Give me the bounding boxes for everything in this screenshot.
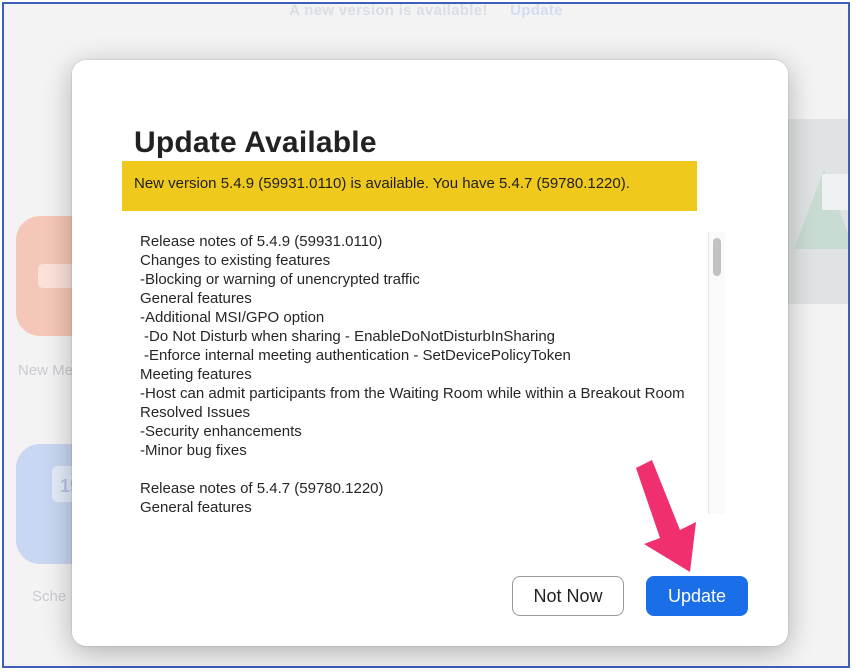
- release-notes-text: Release notes of 5.4.9 (59931.0110) Chang…: [140, 232, 685, 518]
- pointer-arrow-icon: [636, 460, 696, 572]
- release-note-line: -Support for Apple Silicon: [140, 517, 685, 518]
- release-note-line: Resolved Issues: [140, 404, 251, 421]
- release-note-line: General features: [140, 290, 252, 307]
- release-note-line: Release notes of 5.4.7 (59780.1220): [140, 480, 384, 497]
- release-notes-scrollbar[interactable]: [708, 232, 725, 514]
- dialog-title: Update Available: [134, 126, 377, 159]
- illustration-panel: [784, 119, 848, 304]
- release-note-line: -Enforce internal meeting authentication…: [144, 347, 571, 364]
- illustration-card: [822, 174, 848, 210]
- update-button[interactable]: Update: [646, 576, 748, 616]
- release-note-line: -Additional MSI/GPO option: [140, 309, 325, 326]
- release-note-line: Changes to existing features: [140, 252, 331, 269]
- update-banner-text: A new version is available!: [289, 2, 488, 19]
- release-note-line: -Minor bug fixes: [140, 442, 247, 459]
- release-note-line: -Host can admit participants from the Wa…: [140, 385, 685, 402]
- schedule-label: Sche: [32, 588, 67, 605]
- release-note-line: Release notes of 5.4.9 (59931.0110): [140, 233, 383, 250]
- release-note-line: -Security enhancements: [140, 423, 302, 440]
- release-note-line: General features: [140, 499, 252, 516]
- scrollbar-thumb[interactable]: [713, 238, 721, 276]
- version-message: New version 5.4.9 (59931.0110) is availa…: [134, 175, 630, 192]
- not-now-button[interactable]: Not Now: [512, 576, 624, 616]
- version-highlight: New version 5.4.9 (59931.0110) is availa…: [122, 161, 697, 211]
- release-note-line: -Blocking or warning of unencrypted traf…: [140, 271, 420, 288]
- release-note-line: Meeting features: [140, 366, 252, 383]
- release-note-line: [140, 460, 685, 479]
- release-note-line: -Do Not Disturb when sharing - EnableDoN…: [144, 328, 556, 345]
- new-meeting-label: New Me: [18, 362, 74, 379]
- update-banner-link[interactable]: Update: [510, 4, 563, 19]
- update-banner: A new version is available! Update: [4, 4, 848, 24]
